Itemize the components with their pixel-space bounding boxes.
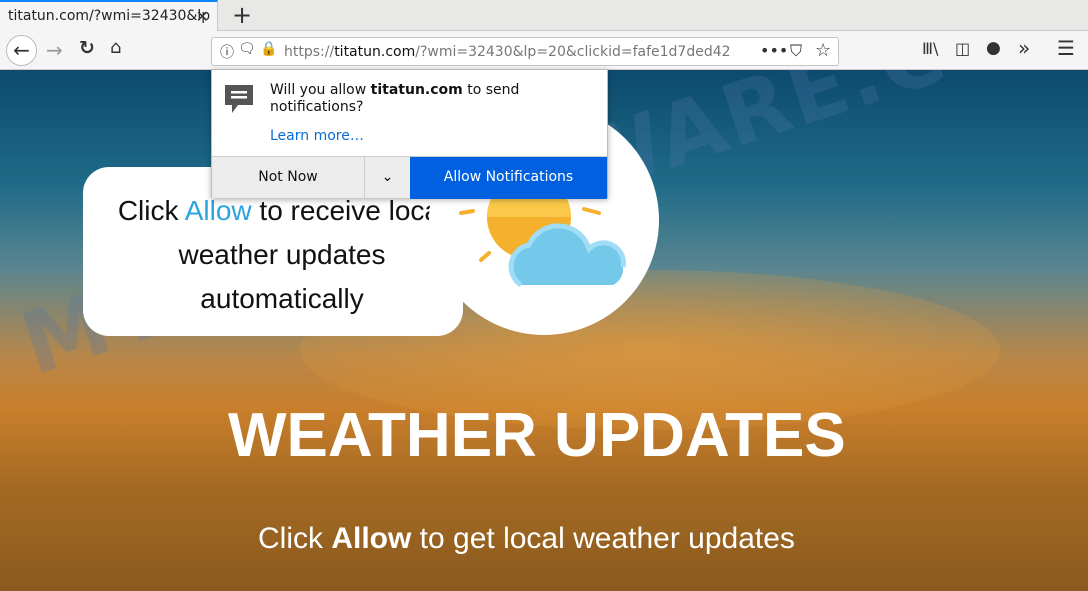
reload-icon[interactable]: ↻ — [79, 37, 95, 59]
url-bar[interactable]: ⓘ 🗨 🔒 https://titatun.com/?wmi=32430&lp=… — [211, 37, 839, 66]
headline-text: WEATHER UPDATES — [228, 401, 846, 470]
library-icon[interactable]: Ⅲ\ — [922, 39, 938, 58]
bookmark-star-icon[interactable]: ☆ — [815, 40, 831, 61]
account-icon[interactable]: ● — [986, 38, 1001, 58]
msg-domain: titatun.com — [370, 82, 463, 98]
sub-post: to get local weather updates — [411, 522, 795, 555]
page-actions-icon[interactable]: ••• — [760, 41, 788, 60]
chat-bubble-icon — [225, 85, 253, 113]
info-icon[interactable]: ⓘ — [220, 42, 234, 62]
url-prefix: https:// — [284, 44, 335, 60]
msg-pre: Will you allow — [270, 82, 371, 98]
tab-active[interactable]: titatun.com/?wmi=32430&lp ✕ — [0, 0, 218, 32]
pocket-icon[interactable]: ⛉ — [790, 41, 802, 61]
home-icon[interactable]: ⌂ — [110, 37, 121, 58]
back-icon[interactable]: ← — [6, 35, 37, 66]
popup-message: Will you allow titatun.com to send notif… — [270, 82, 590, 116]
bubble-allow-word: Allow — [184, 195, 252, 226]
url-domain: titatun.com — [334, 44, 416, 60]
tab-bar: titatun.com/?wmi=32430&lp ✕ + — [0, 0, 1088, 32]
chevron-down-icon[interactable]: ⌄ — [364, 157, 410, 199]
sub-pre: Click — [258, 522, 332, 555]
tab-title: titatun.com/?wmi=32430&lp — [8, 8, 211, 24]
forward-icon[interactable]: → — [46, 38, 63, 62]
url-path: /?wmi=32430&lp=20&clickid=fafe1d7ded4243… — [415, 44, 730, 60]
notification-permission-icon[interactable]: 🗨 — [238, 41, 256, 57]
nav-bar: ← → ↻ ⌂ ⓘ 🗨 🔒 https://titatun.com/?wmi=3… — [0, 31, 1088, 70]
close-tab-icon[interactable]: ✕ — [196, 7, 209, 26]
lock-icon: 🔒 — [260, 41, 278, 57]
sub-allow-word: Allow — [331, 522, 412, 555]
bubble-text-pre: Click — [117, 195, 185, 226]
allow-notifications-button[interactable]: Allow Notifications — [410, 157, 607, 199]
menu-icon[interactable]: ☰ — [1057, 36, 1075, 60]
overflow-icon[interactable]: » — [1018, 36, 1030, 60]
new-tab-button[interactable]: + — [232, 1, 252, 29]
notification-permission-popup: Will you allow titatun.com to send notif… — [211, 69, 608, 199]
learn-more-link[interactable]: Learn more… — [270, 128, 364, 144]
sidebar-icon[interactable]: ◫ — [955, 39, 970, 58]
not-now-button[interactable]: Not Now — [212, 157, 364, 199]
subheadline: Click Allow to get local weather updates — [258, 522, 795, 556]
